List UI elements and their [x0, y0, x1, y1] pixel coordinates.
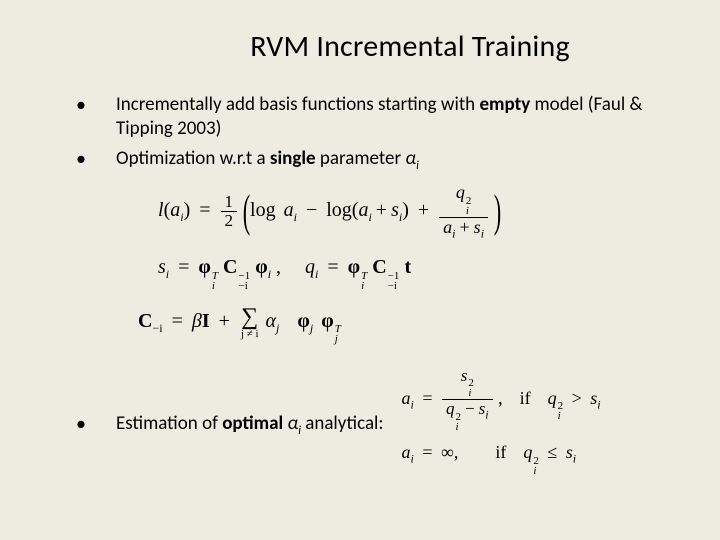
- bullet-list: Incrementally add basis functions starti…: [76, 93, 672, 173]
- equation-l: l(ai) = 12 (logai − log(ai+si) + q2iai+s…: [158, 183, 672, 240]
- equation-block: l(ai) = 12 (logai − log(ai+si) + q2iai+s…: [158, 183, 672, 345]
- bullet-1-bold: empty: [479, 93, 530, 116]
- bullet-3-bold: optimal: [222, 412, 283, 435]
- bullet-1-pre: Incrementally add basis functions starti…: [116, 93, 479, 116]
- bullet-2: Optimization w.r.t a single parameter αi: [76, 147, 672, 174]
- bullet-2-bold: single: [270, 147, 316, 170]
- piecewise-case-1: ai = s2i q2i−si , if q2i > si: [402, 367, 601, 433]
- bullet-3-post2: analytical:: [301, 412, 384, 435]
- bullet-2-post: parameter: [316, 147, 406, 170]
- piecewise-case-2: ai = ∞, if q2i ≤ si: [402, 440, 601, 476]
- slide: RVM Incremental Training Incrementally a…: [0, 0, 720, 540]
- bullet-3-row: Estimation of optimal αi analytical: ai …: [76, 367, 672, 485]
- slide-title: RVM Incremental Training: [48, 28, 672, 65]
- equation-s-q: si = φTi C−1−i φi , qi = φTi C−1−i t: [158, 248, 672, 291]
- bullet-3-alpha: α: [287, 412, 298, 435]
- equation-piecewise: ai = s2i q2i−si , if q2i > si ai = ∞, if: [402, 367, 601, 485]
- bullet-2-alpha-sub: i: [416, 158, 419, 172]
- bullet-1: Incrementally add basis functions starti…: [76, 93, 672, 141]
- bullet-2-pre: Optimization w.r.t a: [116, 147, 270, 170]
- bullet-3: Estimation of optimal αi analytical:: [76, 412, 384, 439]
- bullet-3-pre: Estimation of: [116, 412, 222, 435]
- equation-C: C−i = βI + ∑j ≠ i αj φjφTj: [138, 302, 672, 345]
- bullet-2-alpha: α: [405, 147, 416, 170]
